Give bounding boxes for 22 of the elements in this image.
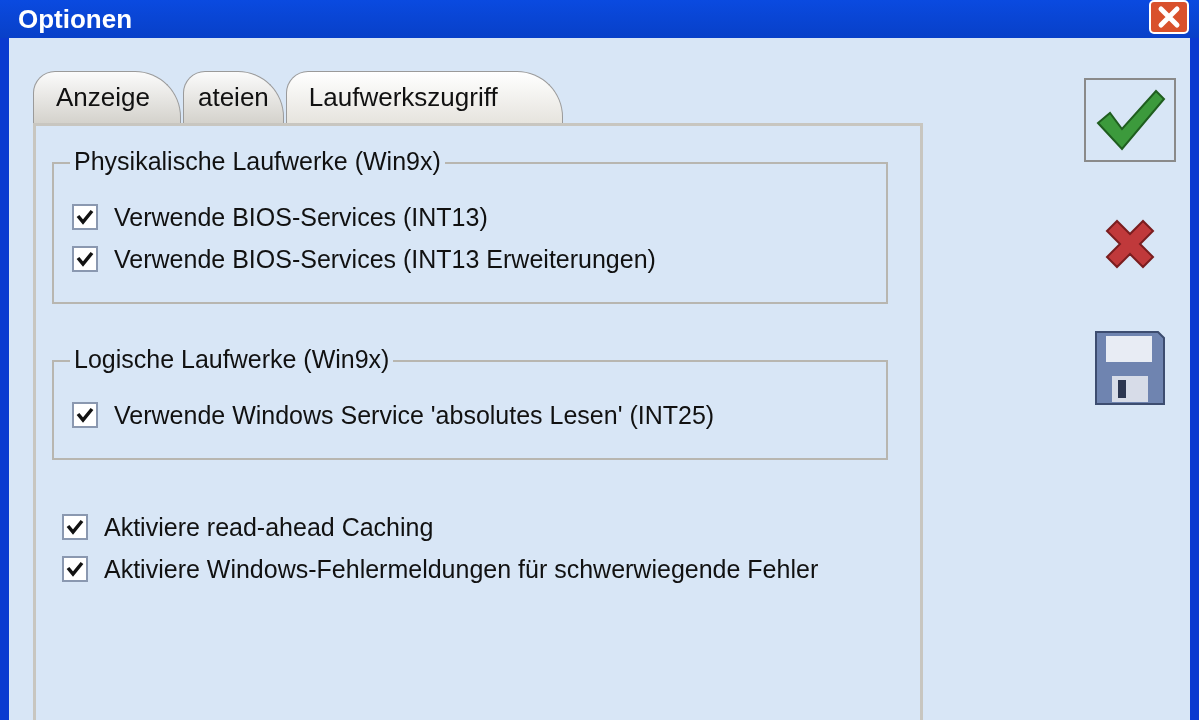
- tab[interactable]: Laufwerkszugriff: [285, 71, 563, 123]
- check-icon: [75, 249, 95, 269]
- check-icon: [65, 517, 85, 537]
- close-icon: [1156, 4, 1182, 30]
- option-label: Aktiviere read-ahead Caching: [104, 512, 434, 542]
- option-label: Verwende BIOS-Services (INT13 Erweiterungen): [114, 244, 656, 274]
- checkbox[interactable]: [62, 514, 88, 540]
- window-title: Optionen: [18, 3, 133, 35]
- checkbox[interactable]: [72, 246, 98, 272]
- option-label: Verwende Windows Service 'absolutes Lesen' (INT25): [114, 400, 715, 430]
- option-label: Aktiviere Windows-Fehlermeldungen für schwerwiegende Fehler: [104, 554, 819, 584]
- tab[interactable]: ateien: [182, 71, 284, 123]
- checkbox[interactable]: [72, 402, 98, 428]
- checkbox[interactable]: [72, 204, 98, 230]
- tab[interactable]: Anzeige: [33, 71, 181, 123]
- checkbox[interactable]: [62, 556, 88, 582]
- check-icon: [75, 207, 95, 227]
- close-button[interactable]: [1149, 0, 1189, 34]
- check-icon: [75, 405, 95, 425]
- option-label: Verwende BIOS-Services (INT13): [114, 202, 488, 232]
- ok-button[interactable]: [1084, 78, 1176, 162]
- check-icon: [65, 559, 85, 579]
